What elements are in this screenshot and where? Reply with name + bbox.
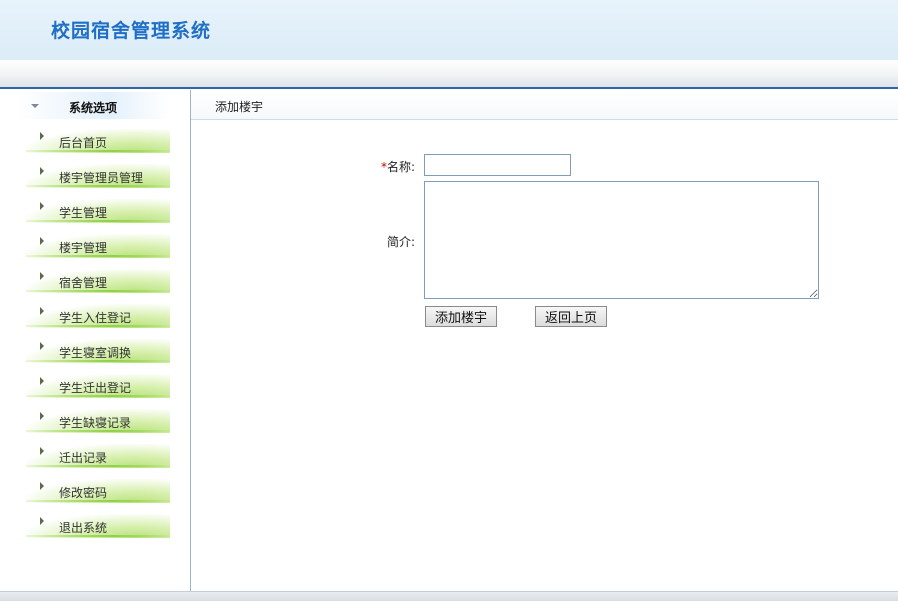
caret-right-icon bbox=[40, 447, 44, 455]
sidebar-item-building-admin[interactable]: 楼宇管理员管理 bbox=[26, 164, 170, 188]
app-header: 校园宿舍管理系统 bbox=[0, 0, 898, 60]
sidebar-item-buildings[interactable]: 楼宇管理 bbox=[26, 234, 170, 258]
sidebar-item-moveout-records[interactable]: 迁出记录 bbox=[26, 444, 170, 468]
intro-textarea[interactable] bbox=[424, 181, 819, 299]
breadcrumb-bar: 添加楼宇 bbox=[191, 90, 898, 120]
app-title: 校园宿舍管理系统 bbox=[51, 20, 212, 42]
sidebar-item-label: 学生管理 bbox=[59, 206, 108, 220]
sidebar-item-label: 退出系统 bbox=[59, 521, 108, 535]
caret-right-icon bbox=[40, 272, 44, 280]
caret-right-icon bbox=[40, 342, 44, 350]
sidebar-item-change-password[interactable]: 修改密码 bbox=[26, 479, 170, 503]
caret-right-icon bbox=[40, 167, 44, 175]
caret-right-icon bbox=[40, 517, 44, 525]
add-building-button[interactable]: 添加楼宇 bbox=[425, 306, 497, 327]
sidebar-item-label: 学生迁出登记 bbox=[59, 381, 132, 395]
caret-right-icon bbox=[40, 202, 44, 210]
name-label: 名称: bbox=[387, 160, 416, 174]
caret-right-icon bbox=[40, 307, 44, 315]
back-button[interactable]: 返回上页 bbox=[535, 306, 607, 327]
sidebar-item-home[interactable]: 后台首页 bbox=[26, 129, 170, 153]
sidebar-item-label: 学生寝室调换 bbox=[59, 346, 132, 360]
sidebar-item-label: 宿舍管理 bbox=[59, 276, 108, 290]
caret-right-icon bbox=[40, 377, 44, 385]
sidebar-item-check-out[interactable]: 学生迁出登记 bbox=[26, 374, 170, 398]
sidebar-header[interactable]: 系统选项 bbox=[19, 92, 169, 119]
sidebar-item-check-in[interactable]: 学生入住登记 bbox=[26, 304, 170, 328]
top-toolbar bbox=[0, 60, 898, 89]
caret-right-icon bbox=[40, 237, 44, 245]
sidebar-item-label: 楼宇管理员管理 bbox=[59, 171, 144, 185]
footer-bar bbox=[0, 591, 898, 601]
sidebar-item-label: 楼宇管理 bbox=[59, 241, 108, 255]
sidebar-item-dorms[interactable]: 宿舍管理 bbox=[26, 269, 170, 293]
caret-right-icon bbox=[40, 412, 44, 420]
caret-right-icon bbox=[40, 482, 44, 490]
sidebar: 系统选项 后台首页 楼宇管理员管理 学生管理 楼宇管理 宿舍管理 学生入住登记 … bbox=[0, 90, 191, 591]
sidebar-item-label: 学生入住登记 bbox=[59, 311, 132, 325]
sidebar-header-label: 系统选项 bbox=[69, 101, 118, 115]
sidebar-item-label: 学生缺寝记录 bbox=[59, 416, 132, 430]
sidebar-item-students[interactable]: 学生管理 bbox=[26, 199, 170, 223]
sidebar-item-absence[interactable]: 学生缺寝记录 bbox=[26, 409, 170, 433]
sidebar-item-label: 迁出记录 bbox=[59, 451, 108, 465]
sidebar-item-label: 修改密码 bbox=[59, 486, 108, 500]
breadcrumb: 添加楼宇 bbox=[215, 100, 264, 114]
collapse-arrow-icon[interactable] bbox=[31, 104, 39, 108]
main-content: 添加楼宇 *名称: 简介: 添加楼宇 返回上页 bbox=[191, 90, 898, 591]
name-input[interactable] bbox=[424, 154, 571, 176]
name-label-row: *名称: bbox=[381, 158, 415, 175]
sidebar-item-label: 后台首页 bbox=[59, 136, 108, 150]
sidebar-item-room-swap[interactable]: 学生寝室调换 bbox=[26, 339, 170, 363]
caret-right-icon bbox=[40, 132, 44, 140]
sidebar-item-logout[interactable]: 退出系统 bbox=[26, 514, 170, 538]
intro-label: 简介: bbox=[387, 235, 416, 249]
